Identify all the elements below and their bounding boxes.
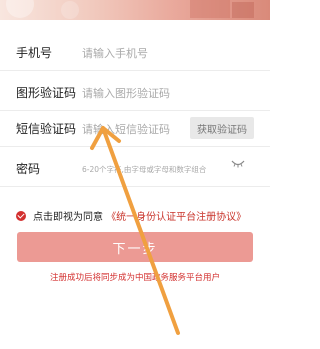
agreement-prefix: 点击即视为同意 [33,212,103,223]
phone-input[interactable] [82,44,232,62]
agreement-line: 点击即视为同意 《统一身份认证平台注册协议》 [16,208,246,223]
registration-notice: 注册成功后将同步成为中国政务服务平台用户 [49,273,220,283]
next-button[interactable]: 下一步 [17,232,253,262]
captcha-input[interactable] [82,84,232,102]
banner-decoration [6,0,254,19]
password-label: 密码 [16,162,41,176]
sms-label: 短信验证码 [16,122,77,136]
eye-closed-icon[interactable] [231,160,245,168]
sms-code-input[interactable] [82,120,182,138]
captcha-label: 图形验证码 [16,86,77,100]
checked-circle-icon[interactable] [16,211,26,221]
password-input[interactable] [82,160,232,178]
header-banner [0,0,270,20]
captcha-row: 图形验证码 [0,76,270,111]
agreement-link[interactable]: 《统一身份认证平台注册协议》 [106,212,246,223]
get-code-button[interactable]: 获取验证码 [190,117,254,139]
phone-label: 手机号 [16,46,53,60]
password-row: 密码 [0,152,270,187]
phone-row: 手机号 [0,36,270,71]
